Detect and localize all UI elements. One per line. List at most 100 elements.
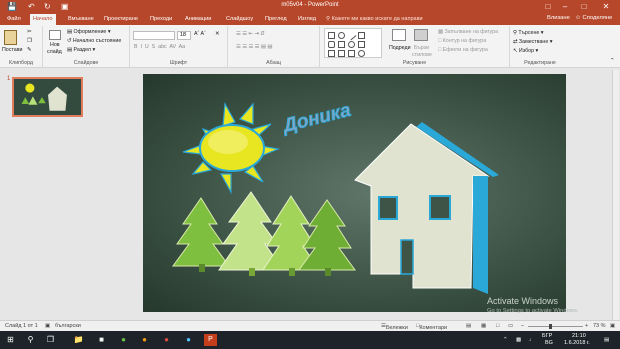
shape-oval-icon[interactable]	[338, 32, 345, 39]
zoom-level[interactable]: 73 %	[593, 323, 606, 329]
sign-in-link[interactable]: Влизане	[547, 15, 570, 21]
firefox-icon[interactable]: ●	[138, 334, 151, 346]
file-explorer-icon[interactable]: 📁	[72, 334, 85, 346]
shape-effects-button[interactable]: □ Ефекти на фигура	[438, 47, 488, 53]
zoom-out-icon[interactable]: –	[521, 323, 524, 329]
shapes-gallery[interactable]	[324, 28, 382, 58]
shape-triangle-icon[interactable]	[358, 41, 365, 48]
tab-file[interactable]: Файл	[4, 15, 24, 24]
layout-button[interactable]: ▤ Оформление ▾	[67, 29, 111, 35]
quick-styles-label-1[interactable]: Бързи	[414, 45, 429, 51]
new-slide-icon[interactable]	[49, 30, 61, 40]
thumbnail-art	[21, 83, 67, 111]
copy-icon[interactable]: ❐	[27, 38, 32, 44]
vertical-scrollbar[interactable]	[612, 70, 619, 320]
network-icon[interactable]: ▩	[516, 337, 521, 343]
clear-format-icon[interactable]: ✕	[215, 31, 219, 37]
store-icon[interactable]: ■	[95, 334, 108, 346]
new-slide-label-1[interactable]: Нов	[50, 42, 60, 48]
shape-heart-icon[interactable]	[348, 50, 355, 57]
list-buttons[interactable]: ☰ ☰ ⇤ ⇥ ⇵	[236, 31, 265, 37]
shape-rounded-icon[interactable]	[328, 41, 335, 48]
arrange-button[interactable]: Подреди	[389, 45, 411, 51]
house-shape[interactable]	[354, 122, 499, 294]
tab-insert[interactable]: Вмъкване	[65, 15, 97, 24]
chrome-icon[interactable]: ●	[160, 334, 173, 346]
clock-time[interactable]: 21:10	[572, 333, 586, 339]
start-icon[interactable]: ⊞	[4, 334, 17, 346]
section-button[interactable]: ▤ Раздел ▾	[67, 47, 95, 53]
volume-icon[interactable]: ♩	[529, 337, 535, 343]
close-icon[interactable]: ✕	[598, 0, 614, 13]
app-icon[interactable]: ●	[117, 334, 130, 346]
shape-arrow-icon[interactable]	[338, 41, 345, 48]
fit-slide-icon[interactable]: ▣	[610, 323, 615, 329]
comments-button[interactable]: □ Коментари	[416, 323, 447, 331]
shape-brace-icon[interactable]	[328, 50, 335, 57]
collapse-ribbon-icon[interactable]: ⌃	[610, 58, 614, 64]
zoom-in-icon[interactable]: +	[585, 323, 588, 329]
shape-star-icon[interactable]	[338, 50, 345, 57]
slide-sorter-icon[interactable]: ▦	[481, 323, 486, 329]
shape-circle-icon[interactable]	[348, 41, 355, 48]
shape-fill-button[interactable]: ▩ Запълване на фигура	[438, 29, 498, 35]
align-buttons[interactable]: ☰ ☰ ☰ ☰ ▤ ▤	[236, 44, 272, 50]
quick-styles-label-2[interactable]: стилове	[412, 52, 432, 58]
font-style-buttons[interactable]: B I U S abc AV Aa	[134, 44, 185, 50]
notes-button[interactable]: ☰ Бележки	[381, 323, 408, 331]
tab-transitions[interactable]: Преходи	[147, 15, 175, 24]
find-button[interactable]: ⚲ Търсене ▾	[513, 30, 543, 36]
slide-thumbnail[interactable]	[12, 77, 83, 117]
shape-smile-icon[interactable]	[358, 50, 365, 57]
language-indicator[interactable]: български	[55, 323, 81, 329]
minimize-icon[interactable]: –	[557, 0, 573, 13]
tab-animations[interactable]: Анимации	[182, 15, 214, 24]
input-lang-2[interactable]: BG	[545, 340, 553, 346]
shape-rect-icon[interactable]	[328, 32, 335, 39]
sun-shape[interactable]	[182, 102, 281, 195]
wordart-title[interactable]: Доника	[279, 99, 354, 138]
shape-fill-label: Запълване на фигура	[444, 29, 499, 35]
tab-slideshow[interactable]: Слайдшоу	[223, 15, 256, 24]
input-lang-1[interactable]: БГР	[542, 333, 552, 339]
slide-canvas[interactable]: Доника	[143, 74, 566, 312]
slideshow-view-icon[interactable]: ▭	[508, 323, 513, 329]
zoom-slider[interactable]	[528, 326, 583, 327]
new-slide-label-2[interactable]: слайд	[47, 49, 62, 55]
shape-line-icon[interactable]	[346, 30, 357, 41]
grow-font-icon[interactable]: Aˆ Aˇ	[194, 31, 206, 37]
search-icon[interactable]: ⚲	[24, 334, 37, 346]
powerpoint-taskbar-icon[interactable]: P	[204, 334, 217, 346]
ribbon-options-icon[interactable]: □	[540, 0, 556, 13]
tell-me-box[interactable]: ⚲ Кажете ми какво искате да направи	[326, 16, 423, 22]
shape-outline-button[interactable]: □ Контур на фигура	[438, 38, 486, 44]
notification-icon[interactable]: ▤	[604, 337, 609, 343]
task-view-icon[interactable]: ❐	[44, 334, 57, 346]
font-name-input[interactable]	[133, 31, 175, 40]
tab-view[interactable]: Изглед	[295, 15, 319, 24]
spellcheck-icon[interactable]: ▣	[45, 323, 50, 329]
arrange-icon[interactable]	[392, 29, 406, 41]
tab-design[interactable]: Проектиране	[101, 15, 141, 24]
font-size-input[interactable]: 18	[177, 31, 191, 40]
paste-button[interactable]: Постави	[2, 47, 23, 53]
trees-shape[interactable]	[172, 191, 356, 276]
quick-styles-icon[interactable]	[414, 29, 428, 41]
paste-icon[interactable]	[4, 30, 17, 45]
maximize-icon[interactable]: □	[576, 0, 592, 13]
tab-review[interactable]: Преглед	[262, 15, 290, 24]
format-painter-icon[interactable]: ✎	[27, 47, 31, 53]
replace-button[interactable]: ⇄ Заместване ▾	[513, 39, 552, 45]
reset-button[interactable]: ↺ Начално състояние	[67, 38, 121, 44]
select-button[interactable]: ↖ Избор ▾	[513, 48, 538, 54]
normal-view-icon[interactable]: ▤	[466, 323, 471, 329]
tray-chevron-icon[interactable]: ⌃	[503, 337, 508, 343]
reading-view-icon[interactable]: □	[496, 323, 499, 329]
share-button[interactable]: ☺ Споделяне	[575, 15, 612, 21]
cut-icon[interactable]: ✂	[27, 29, 31, 35]
clock-date[interactable]: 1.6.2018 г.	[564, 340, 590, 346]
shape-textbox-icon[interactable]	[358, 32, 365, 39]
tab-home[interactable]: Начало	[30, 14, 56, 25]
zoom-slider-thumb[interactable]	[549, 324, 552, 329]
edge-icon[interactable]: ●	[182, 334, 195, 346]
